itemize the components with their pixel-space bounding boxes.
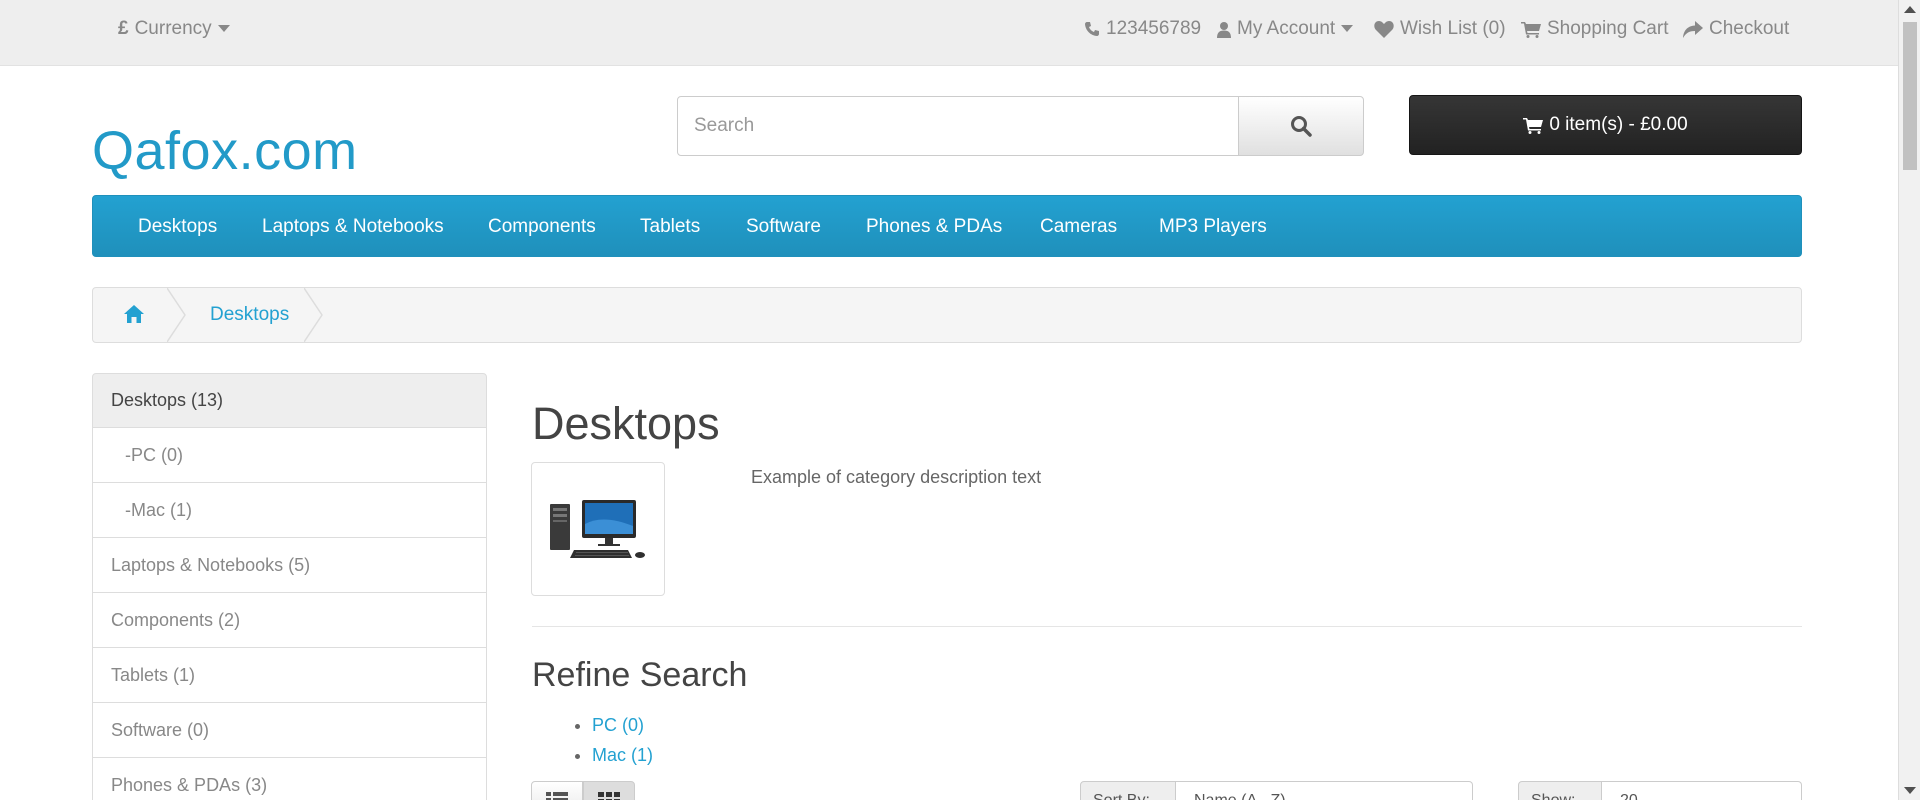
sidebar-item-software[interactable]: Software (0) [92,703,487,758]
currency-dropdown[interactable]: £ Currency [118,18,230,40]
scroll-thumb[interactable] [1903,22,1917,170]
phone-icon [1085,22,1099,36]
list-view-button[interactable] [531,781,583,800]
breadcrumb-separator-icon [167,288,186,342]
site-logo[interactable]: Qafox.com [92,120,358,182]
desktop-computer-image [550,500,645,558]
main-menu: Desktops Laptops & Notebooks Components … [92,195,1802,257]
phone-number: 123456789 [1106,18,1202,39]
menu-item-components[interactable]: Components [488,216,596,238]
refine-link-mac[interactable]: Mac (1) [592,745,653,765]
checkout-link[interactable]: Checkout [1683,18,1789,40]
list-icon [546,792,568,800]
grid-icon [598,792,620,800]
sort-by-label: Sort By: [1080,781,1176,800]
grid-view-button[interactable] [583,781,635,800]
menu-item-phones[interactable]: Phones & PDAs [866,216,1002,238]
share-icon [1683,20,1703,38]
sort-by-select[interactable]: Name (A - Z) [1176,781,1473,800]
menu-item-laptops[interactable]: Laptops & Notebooks [262,216,444,238]
menu-item-mp3-players[interactable]: MP3 Players [1159,216,1267,238]
sidebar-item-mac[interactable]: -Mac (1) [92,483,487,538]
user-icon [1217,21,1231,38]
heart-icon [1374,21,1394,38]
my-account-label: My Account [1237,18,1336,39]
breadcrumb-item-desktops[interactable]: Desktops [210,304,289,326]
show-select[interactable]: 20 [1602,781,1802,800]
my-account-dropdown[interactable]: My Account [1217,18,1354,40]
menu-item-desktops[interactable]: Desktops [138,216,217,238]
caret-down-icon [217,25,230,32]
phone-link[interactable]: 123456789 [1084,18,1201,40]
sidebar-item-tablets[interactable]: Tablets (1) [92,648,487,703]
menu-item-tablets[interactable]: Tablets [640,216,700,238]
sidebar-item-desktops[interactable]: Desktops (13) [92,373,487,428]
shopping-cart-label: Shopping Cart [1547,18,1669,39]
list-item: Mac (1) [592,740,653,770]
divider [532,626,1802,627]
top-bar: £ Currency 123456789 My Account Wish Lis… [0,0,1898,66]
category-thumbnail[interactable] [531,462,665,596]
page-title: Desktops [532,398,720,449]
cart-icon [1523,117,1544,134]
search-icon [1291,116,1312,137]
category-sidebar: Desktops (13) -PC (0) -Mac (1) Laptops &… [92,373,487,800]
refine-search-list: PC (0) Mac (1) [592,710,653,770]
caret-down-icon [1341,25,1354,32]
scroll-down-arrow-icon[interactable] [1904,787,1916,794]
menu-item-cameras[interactable]: Cameras [1040,216,1117,238]
menu-item-software[interactable]: Software [746,216,821,238]
refine-search-heading: Refine Search [532,656,748,694]
sidebar-item-laptops[interactable]: Laptops & Notebooks (5) [92,538,487,593]
wishlist-link[interactable]: Wish List (0) [1374,18,1506,40]
search-button[interactable] [1238,96,1364,156]
currency-symbol: £ [118,18,129,39]
breadcrumb-separator-icon [304,288,323,342]
sidebar-item-components[interactable]: Components (2) [92,593,487,648]
breadcrumb: Desktops [92,287,1802,343]
refine-link-pc[interactable]: PC (0) [592,715,644,735]
scroll-up-arrow-icon[interactable] [1904,6,1916,13]
cart-icon [1521,21,1541,38]
sidebar-item-pc[interactable]: -PC (0) [92,428,487,483]
cart-total-label: 0 item(s) - £0.00 [1549,114,1688,135]
search-input[interactable] [677,96,1239,156]
category-description: Example of category description text [751,467,1042,487]
home-icon [124,305,144,323]
currency-label: Currency [134,18,212,39]
list-item: PC (0) [592,710,653,740]
sidebar-item-phones[interactable]: Phones & PDAs (3) [92,758,487,800]
shopping-cart-link[interactable]: Shopping Cart [1521,18,1668,40]
page-scrollbar[interactable] [1898,0,1920,800]
cart-total-button[interactable]: 0 item(s) - £0.00 [1409,95,1802,155]
checkout-label: Checkout [1709,18,1790,39]
breadcrumb-home[interactable] [123,304,145,329]
show-label: Show: [1518,781,1602,800]
wishlist-label: Wish List (0) [1400,18,1506,39]
